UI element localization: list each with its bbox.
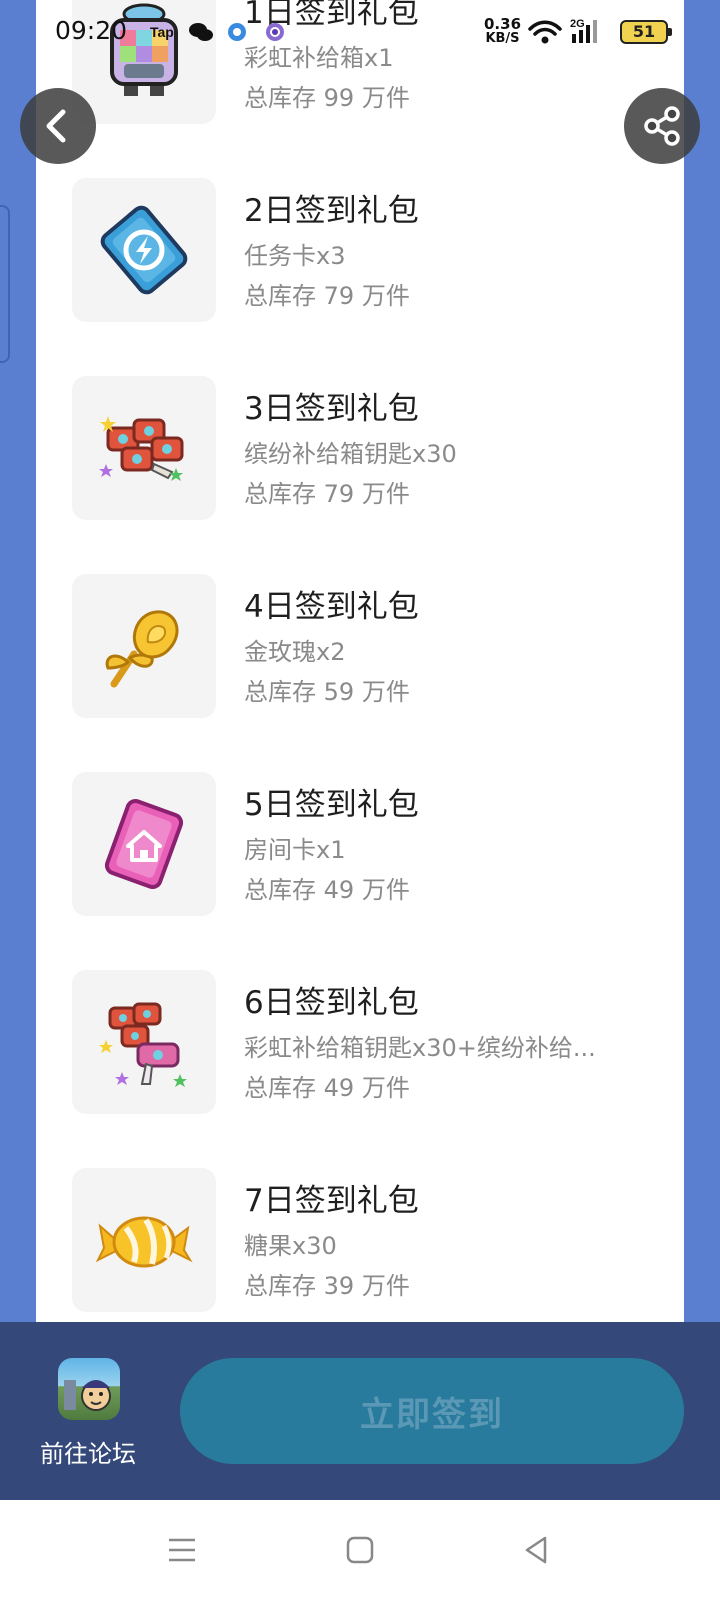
gift-title: 3日签到礼包 — [244, 391, 419, 427]
stock-prefix: 总库存 — [244, 678, 324, 706]
forum-label: 前往论坛 — [40, 1440, 136, 1468]
checkin-button[interactable]: 立即签到 — [180, 1358, 684, 1464]
side-drawer-tab[interactable] — [0, 205, 10, 363]
golden-rose-icon — [72, 574, 216, 718]
status-time: 09:20 — [55, 16, 128, 45]
gift-content: 房间卡x1 — [244, 836, 346, 864]
stock-unit: 万件 — [354, 876, 410, 904]
gift-stock: 总库存 79 万件 — [244, 276, 410, 311]
back-nav-button[interactable] — [516, 1530, 556, 1570]
home-square-icon — [346, 1536, 374, 1564]
gift-item-day7: 7日签到礼包 糖果x30 总库存 39 万件 — [36, 1113, 684, 1312]
gift-stock: 总库存 39 万件 — [244, 1266, 410, 1301]
signal-icon: 2G — [570, 16, 610, 43]
gift-title: 4日签到礼包 — [244, 589, 419, 625]
tap-notification-icon: Tap — [150, 20, 180, 44]
gift-stock: 总库存 79 万件 — [244, 474, 410, 509]
chevron-left-icon — [46, 109, 66, 143]
share-icon — [644, 106, 680, 146]
stock-unit: 万件 — [354, 282, 410, 310]
checkin-label: 立即签到 — [360, 1394, 504, 1435]
gift-title: 6日签到礼包 — [244, 985, 419, 1021]
colorful-keys-icon — [72, 376, 216, 520]
keys-bundle-icon — [72, 970, 216, 1114]
gift-item-day2: 2日签到礼包 任务卡x3 总库存 79 万件 — [36, 123, 684, 322]
stock-unit: 万件 — [354, 480, 410, 508]
share-button[interactable] — [624, 88, 700, 164]
stock-value: 79 — [323, 282, 355, 310]
gift-item-day4: 4日签到礼包 金玫瑰x2 总库存 59 万件 — [36, 519, 684, 718]
gift-stock: 总库存 99 万件 — [244, 78, 410, 113]
menu-nav-button[interactable] — [162, 1530, 202, 1570]
stock-unit: 万件 — [354, 1074, 410, 1102]
game-app-icon — [58, 1358, 120, 1420]
gift-title: 7日签到礼包 — [244, 1183, 419, 1219]
menu-icon — [169, 1538, 195, 1562]
stock-value: 59 — [323, 678, 355, 706]
stock-value: 49 — [323, 1074, 355, 1102]
gift-stock: 总库存 59 万件 — [244, 672, 410, 707]
network-type-label: 2G — [570, 18, 585, 30]
gift-title: 2日签到礼包 — [244, 193, 419, 229]
gift-stock: 总库存 49 万件 — [244, 870, 410, 905]
gift-item-day3: 3日签到礼包 缤纷补给箱钥匙x30 总库存 79 万件 — [36, 321, 684, 520]
stock-unit: 万件 — [354, 1272, 410, 1300]
gift-panel: 1日签到礼包 彩虹补给箱x1 总库存 99 万件 2日签到礼包 任务卡x3 总库… — [36, 0, 684, 1322]
candy-icon — [72, 1168, 216, 1312]
net-speed: 0.36 KB/S — [484, 16, 521, 45]
stock-prefix: 总库存 — [244, 480, 324, 508]
gift-content: 任务卡x3 — [244, 242, 346, 270]
back-button[interactable] — [20, 88, 96, 164]
gift-stock: 总库存 49 万件 — [244, 1068, 410, 1103]
task-card-icon — [72, 178, 216, 322]
system-nav-bar — [0, 1500, 720, 1600]
app-notification-icon — [226, 20, 248, 44]
wechat-notification-icon — [188, 20, 214, 44]
stock-value: 99 — [323, 84, 355, 112]
gift-content: 彩虹补给箱钥匙x30+缤纷补给... — [244, 1034, 596, 1062]
stock-prefix: 总库存 — [244, 1074, 324, 1102]
gift-content: 缤纷补给箱钥匙x30 — [244, 440, 457, 468]
stock-value: 79 — [323, 480, 355, 508]
gift-list: 1日签到礼包 彩虹补给箱x1 总库存 99 万件 2日签到礼包 任务卡x3 总库… — [36, 0, 684, 1312]
stock-prefix: 总库存 — [244, 876, 324, 904]
stock-unit: 万件 — [354, 678, 410, 706]
stock-prefix: 总库存 — [244, 1272, 324, 1300]
battery-indicator: 51 — [620, 20, 672, 44]
stock-unit: 万件 — [354, 84, 410, 112]
net-speed-unit: KB/S — [485, 31, 520, 46]
stock-value: 39 — [323, 1272, 355, 1300]
back-triangle-icon — [525, 1536, 547, 1564]
gift-item-day6: 6日签到礼包 彩虹补给箱钥匙x30+缤纷补给... 总库存 49 万件 — [36, 915, 684, 1114]
status-bar: 09:20 Tap 0.36 KB/S 2G 51 — [0, 0, 720, 64]
stock-prefix: 总库存 — [244, 282, 324, 310]
gift-content: 金玫瑰x2 — [244, 638, 346, 666]
net-speed-value: 0.36 — [484, 15, 522, 33]
app2-notification-icon — [264, 20, 286, 44]
stock-prefix: 总库存 — [244, 84, 324, 112]
tap-notification-label: Tap — [150, 24, 174, 40]
gift-item-day5: 5日签到礼包 房间卡x1 总库存 49 万件 — [36, 717, 684, 916]
gift-title: 5日签到礼包 — [244, 787, 419, 823]
room-card-icon — [72, 772, 216, 916]
home-nav-button[interactable] — [340, 1530, 380, 1570]
bottom-action-bar: 前往论坛 立即签到 — [0, 1322, 720, 1500]
gift-content: 糖果x30 — [244, 1232, 337, 1260]
stock-value: 49 — [323, 876, 355, 904]
forum-link[interactable]: 前往论坛 — [28, 1358, 148, 1468]
wifi-icon — [528, 20, 562, 44]
